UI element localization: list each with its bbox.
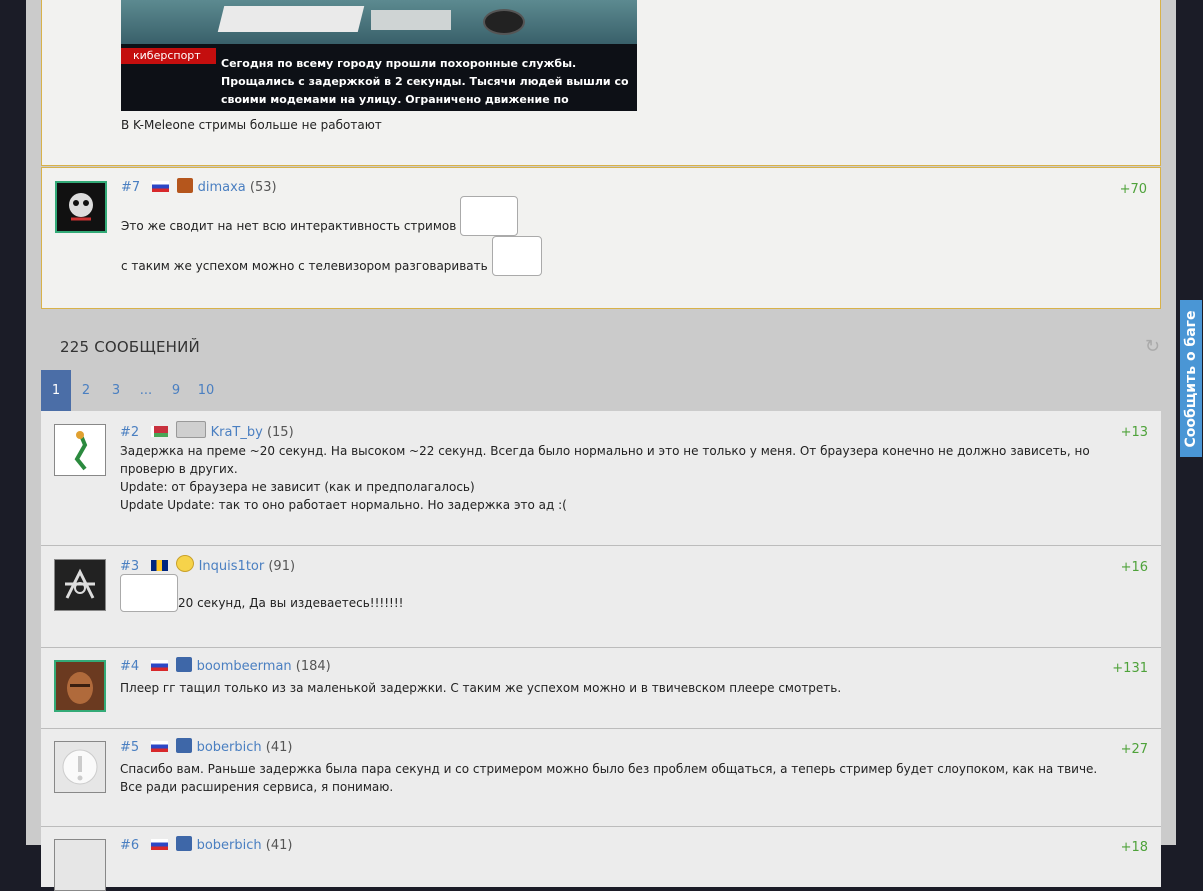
barbados-flag-icon	[151, 560, 169, 571]
username-link[interactable]: dimaxa	[198, 180, 246, 195]
comment-number[interactable]: #6	[120, 838, 139, 853]
comment-body: Плеер гг тащил только из за маленькой за…	[120, 679, 841, 697]
russia-flag-icon	[151, 660, 169, 671]
gandalf-badge-icon	[176, 421, 207, 438]
avatar[interactable]	[55, 181, 107, 233]
comment-rating[interactable]: +13	[1121, 425, 1148, 440]
starcraft-badge-icon	[176, 738, 193, 753]
post-line: с таким же успехом можно с телевизором р…	[121, 259, 488, 273]
username-link[interactable]: KraT_by	[211, 425, 263, 440]
russia-flag-icon	[152, 181, 170, 192]
post-count: (15)	[266, 425, 294, 440]
report-bug-tab[interactable]: Сообщить о баге	[1180, 300, 1202, 457]
news-channel-tag: киберспорт	[121, 48, 216, 64]
comment-line: Update: от браузера не зависит (как и пр…	[120, 480, 475, 494]
comment-rating[interactable]: +18	[1121, 840, 1148, 855]
content-column: киберспорт Сегодня по всему городу прошл…	[26, 0, 1176, 891]
post-6-card: киберспорт Сегодня по всему городу прошл…	[41, 0, 1161, 166]
comment-line: Задержка на преме ~20 секунд. На высоком…	[120, 444, 1090, 476]
page-9[interactable]: 9	[161, 370, 191, 411]
comment-card: #6 boberbich (41) +18	[41, 827, 1161, 891]
pagination: 1 2 3 ... 9 10	[41, 370, 221, 411]
comment-number[interactable]: #4	[120, 659, 139, 674]
comment-meta: #3 Inquis1tor (91)	[120, 555, 295, 574]
page-1[interactable]: 1	[41, 370, 71, 411]
post-count: (41)	[265, 740, 293, 755]
page-ellipsis: ...	[139, 383, 153, 398]
post-count: (184)	[295, 659, 331, 674]
username-link[interactable]: Inquis1tor	[199, 559, 265, 574]
comment-card: #4 boombeerman (184) +131 Плеер гг тащил…	[41, 648, 1161, 729]
comment-number[interactable]: #3	[120, 559, 139, 574]
refresh-icon[interactable]: ↻	[1145, 336, 1160, 357]
russia-flag-icon	[151, 741, 169, 752]
post-count: (91)	[268, 559, 296, 574]
facepalm-emote-icon	[460, 196, 519, 236]
race-badge-icon	[177, 178, 194, 193]
comment-meta: #5 boberbich (41)	[120, 738, 292, 755]
avatar[interactable]	[54, 559, 106, 611]
video-screenshot: киберспорт Сегодня по всему городу прошл…	[121, 0, 637, 111]
post-meta: #7 dimaxa (53)	[121, 178, 277, 195]
news-studio-scene	[121, 0, 637, 44]
post-count: (53)	[249, 180, 277, 195]
comment-number[interactable]: #5	[120, 740, 139, 755]
post-7-card: #7 dimaxa (53) +70 Это же сводит на нет …	[41, 167, 1161, 309]
comment-meta: #4 boombeerman (184)	[120, 657, 331, 674]
comment-card: #5 boberbich (41) +27 Спасибо вам. Раньш…	[41, 729, 1161, 827]
gandalf-emote-icon	[120, 574, 178, 612]
comment-meta: #2 KraT_by (15)	[120, 421, 294, 440]
post-body: Это же сводит на нет всю интерактивность…	[121, 196, 542, 276]
comment-body: 20 секунд, Да вы издеваетесь!!!!!!!	[120, 574, 403, 612]
comment-rating[interactable]: +27	[1121, 742, 1148, 757]
post-count: (41)	[265, 838, 293, 853]
page-10[interactable]: 10	[191, 370, 221, 411]
belarus-flag-icon	[151, 426, 169, 437]
comment-card: #3 Inquis1tor (91) +16 20 секунд, Да вы …	[41, 546, 1161, 648]
comment-body: Задержка на преме ~20 секунд. На высоком…	[120, 442, 1120, 514]
news-ticker-text: Сегодня по всему городу прошли похоронны…	[221, 57, 629, 106]
avatar[interactable]	[54, 424, 106, 476]
comment-rating[interactable]: +131	[1112, 661, 1148, 676]
messages-count-title: 225 СООБЩЕНИЙ	[60, 338, 200, 356]
username-link[interactable]: boberbich	[197, 838, 262, 853]
comment-rating[interactable]: +16	[1121, 560, 1148, 575]
page-3[interactable]: 3	[101, 370, 131, 411]
comment-line: Плеер гг тащил только из за маленькой за…	[120, 681, 842, 695]
page-2[interactable]: 2	[71, 370, 101, 411]
username-link[interactable]: boberbich	[197, 740, 262, 755]
comment-line: Update Update: так то оно работает норма…	[120, 498, 567, 512]
robot-emote-icon	[491, 236, 542, 276]
post-number[interactable]: #7	[121, 180, 140, 195]
avatar[interactable]	[54, 839, 106, 891]
smiley-badge-icon	[176, 555, 195, 572]
comment-card: #2 KraT_by (15) +13 Задержка на преме ~2…	[41, 411, 1161, 546]
avatar[interactable]	[54, 660, 106, 712]
post-line: Это же сводит на нет всю интерактивность…	[121, 219, 457, 233]
avatar[interactable]	[54, 741, 106, 793]
starcraft-badge-icon	[176, 657, 193, 672]
comment-number[interactable]: #2	[120, 425, 139, 440]
comment-line: Спасибо вам. Раньше задержка была пара с…	[120, 762, 1098, 794]
comment-line: 20 секунд, Да вы издеваетесь!!!!!!!	[178, 596, 404, 610]
comment-body: Спасибо вам. Раньше задержка была пара с…	[120, 760, 1120, 796]
post-rating[interactable]: +70	[1120, 182, 1147, 197]
starcraft-badge-icon	[176, 836, 193, 851]
report-bug-label: Сообщить о баге	[1183, 310, 1199, 447]
post-text: В K-Meleone стримы больше не работают	[121, 118, 382, 132]
username-link[interactable]: boombeerman	[197, 659, 292, 674]
